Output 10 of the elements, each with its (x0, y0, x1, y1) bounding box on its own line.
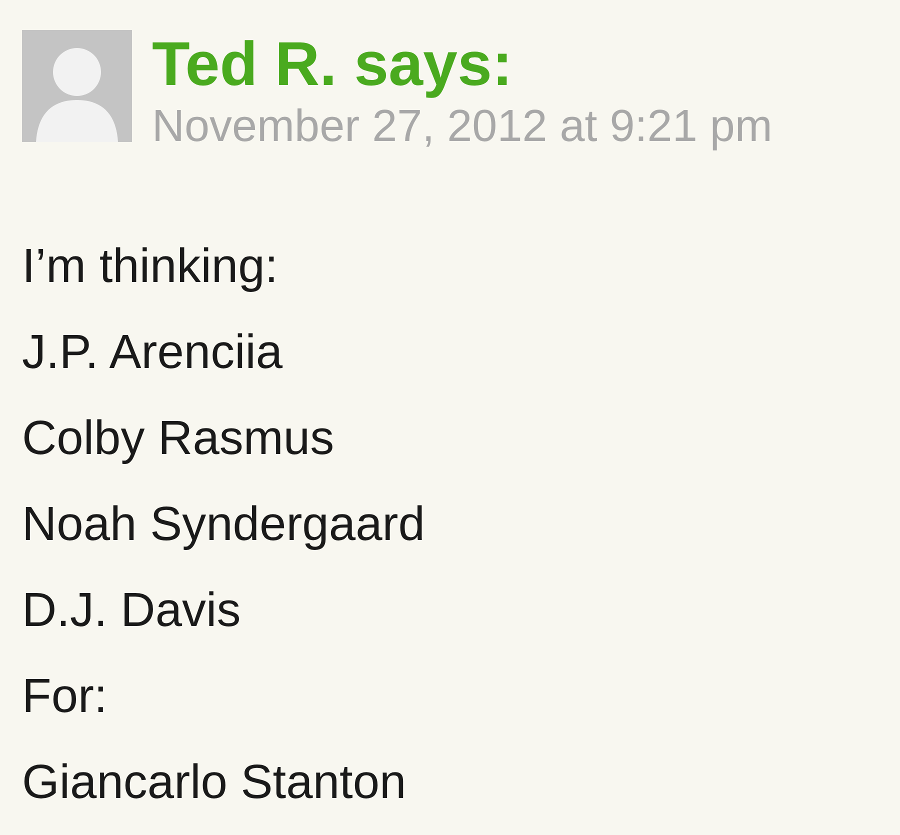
avatar-icon (22, 30, 132, 142)
comment-text: For: (22, 669, 108, 725)
comment-text: J.P. Arenciia (22, 325, 284, 381)
comment-text: I’m thinking: (22, 239, 280, 295)
comment-text: Colby Rasmus (22, 411, 336, 467)
comment-date: November 27, 2012 at 9:21 pm (152, 100, 772, 152)
comment-text: Giancarlo Stanton (22, 755, 408, 811)
comment-text: D.J. Davis (22, 583, 242, 639)
comment-author: Ted R. says: (152, 30, 514, 100)
comment-text: Noah Syndergaard (22, 497, 426, 553)
